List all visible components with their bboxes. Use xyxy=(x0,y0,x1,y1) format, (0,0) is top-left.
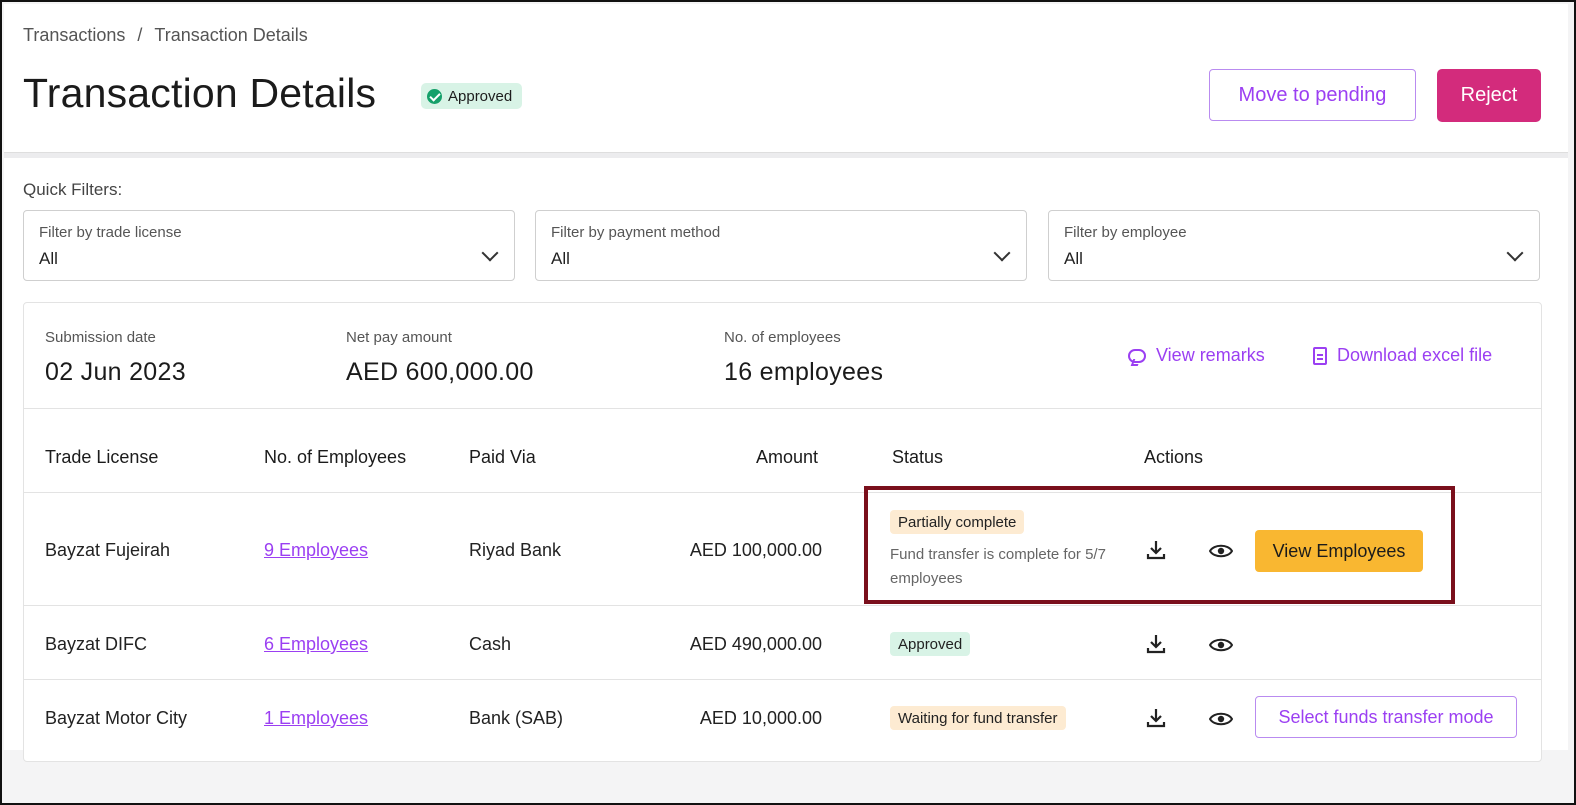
status-badge-label: Approved xyxy=(448,87,513,105)
view-employees-button[interactable]: View Employees xyxy=(1255,530,1423,572)
employee-count-label: No. of employees xyxy=(724,329,841,346)
comment-icon xyxy=(1128,348,1146,363)
status-badge-partial: Partially complete xyxy=(890,510,1025,534)
employees-link[interactable]: 6 Employees xyxy=(264,634,368,655)
view-remarks-label: View remarks xyxy=(1156,345,1265,365)
employee-count: No. of employees 16 employees xyxy=(724,329,883,387)
trade-license-cell: Bayzat Fujeirah xyxy=(45,540,171,560)
table-row: Bayzat Fujeirah 9 Employees Riyad Bank A… xyxy=(24,493,1541,606)
amount-cell: AED 100,000.00 xyxy=(689,540,822,560)
table-header: Trade License No. of Employees Paid Via … xyxy=(24,410,1541,493)
submission-date-label: Submission date xyxy=(45,329,156,346)
paid-via-cell: Riyad Bank xyxy=(469,540,562,560)
filter-label: Filter by employee xyxy=(1064,224,1187,241)
breadcrumb: Transactions / Transaction Details xyxy=(23,25,308,46)
column-header: No. of Employees xyxy=(264,447,407,467)
amount-cell: AED 10,000.00 xyxy=(699,708,822,728)
chevron-down-icon xyxy=(1506,244,1524,262)
filter-value: All xyxy=(39,249,58,268)
chevron-down-icon xyxy=(993,244,1011,262)
main-content: Quick Filters: Filter by trade license A… xyxy=(4,158,1568,762)
paid-via-cell: Bank (SAB) xyxy=(469,708,564,728)
trade-license-cell: Bayzat DIFC xyxy=(45,634,148,654)
table-row: Bayzat DIFC 6 Employees Cash AED 490,000… xyxy=(24,606,1541,680)
download-icon[interactable] xyxy=(1145,707,1167,729)
status-badge: Approved xyxy=(421,83,523,109)
filter-employee[interactable]: Filter by employee All xyxy=(1048,210,1540,281)
breadcrumb-separator: / xyxy=(137,25,143,45)
reject-button[interactable]: Reject xyxy=(1437,69,1541,122)
download-icon[interactable] xyxy=(1145,633,1167,655)
column-header: Trade License xyxy=(45,447,159,467)
filter-trade-license[interactable]: Filter by trade license All xyxy=(23,210,515,281)
breadcrumb-current: Transaction Details xyxy=(154,25,308,45)
transaction-card: Submission date 02 Jun 2023 Net pay amou… xyxy=(23,302,1542,762)
page-header: Transactions / Transaction Details Trans… xyxy=(4,4,1568,152)
filter-value: All xyxy=(551,249,570,268)
status-badge-waiting: Waiting for fund transfer xyxy=(890,706,1066,730)
app-frame: Transactions / Transaction Details Trans… xyxy=(0,0,1576,805)
submission-date-value: 02 Jun 2023 xyxy=(45,358,186,386)
filter-label: Filter by payment method xyxy=(551,224,721,241)
amount-cell: AED 490,000.00 xyxy=(689,634,822,654)
column-header: Status xyxy=(892,447,944,467)
status-note: Fund transfer is complete for 5/7 employ… xyxy=(890,546,1106,587)
status-badge-approved: Approved xyxy=(890,632,971,656)
submission-date: Submission date 02 Jun 2023 xyxy=(45,329,186,387)
eye-icon[interactable] xyxy=(1209,637,1233,653)
employee-count-value: 16 employees xyxy=(724,358,884,386)
net-pay-amount: Net pay amount AED 600,000.00 xyxy=(346,329,534,387)
eye-icon[interactable] xyxy=(1209,543,1233,559)
column-header: Paid Via xyxy=(469,447,536,467)
table-row: Bayzat Motor City 1 Employees Bank (SAB)… xyxy=(24,680,1541,752)
net-pay-value: AED 600,000.00 xyxy=(346,358,534,386)
select-funds-transfer-mode-button[interactable]: Select funds transfer mode xyxy=(1255,696,1517,738)
trade-license-cell: Bayzat Motor City xyxy=(45,708,188,728)
download-icon[interactable] xyxy=(1145,539,1167,561)
eye-icon[interactable] xyxy=(1209,711,1233,727)
quick-filters-label: Quick Filters: xyxy=(23,180,123,199)
document-icon xyxy=(1313,346,1327,365)
chevron-down-icon xyxy=(481,244,499,262)
move-to-pending-button[interactable]: Move to pending xyxy=(1209,69,1416,121)
check-circle-icon xyxy=(427,88,442,104)
paid-via-cell: Cash xyxy=(469,634,512,654)
breadcrumb-transactions[interactable]: Transactions xyxy=(23,25,125,46)
employees-link[interactable]: 9 Employees xyxy=(264,540,368,561)
filter-label: Filter by trade license xyxy=(39,224,182,241)
employees-link[interactable]: 1 Employees xyxy=(264,708,368,729)
download-excel-link[interactable]: Download excel file xyxy=(1313,345,1492,366)
net-pay-label: Net pay amount xyxy=(346,329,452,346)
filter-payment-method[interactable]: Filter by payment method All xyxy=(535,210,1027,281)
page-title: Transaction Details xyxy=(23,70,377,116)
download-excel-label: Download excel file xyxy=(1337,345,1493,365)
column-header: Amount xyxy=(756,447,819,467)
view-remarks-link[interactable]: View remarks xyxy=(1128,345,1265,366)
column-header: Actions xyxy=(1144,447,1204,467)
summary-bar: Submission date 02 Jun 2023 Net pay amou… xyxy=(24,303,1541,409)
filter-value: All xyxy=(1064,249,1083,268)
